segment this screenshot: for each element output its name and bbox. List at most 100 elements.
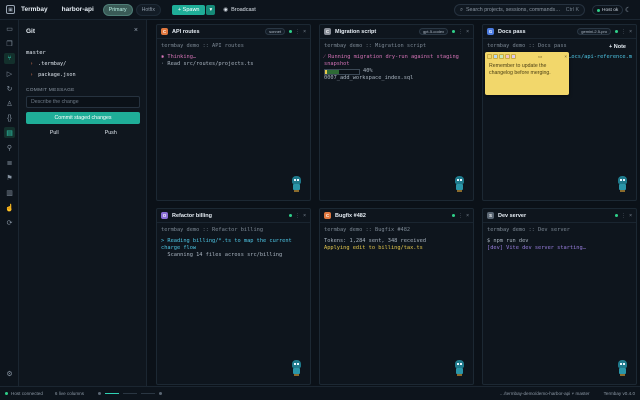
changed-file[interactable]: › package.json — [30, 72, 139, 78]
column-pager[interactable] — [98, 392, 163, 395]
mascot-icon — [291, 360, 302, 376]
braces-icon[interactable]: {} — [4, 113, 15, 124]
worktree-tab-primary[interactable]: Primary — [102, 3, 133, 16]
users-icon[interactable]: ♙ — [4, 98, 15, 109]
note-color-swatch[interactable] — [493, 54, 498, 59]
terminal-line: ✱ Thinking… — [161, 54, 197, 60]
note-color-swatch[interactable] — [487, 54, 492, 59]
app-logo-icon: ▣ — [6, 5, 15, 14]
more-icon[interactable]: ⋮ — [458, 29, 463, 35]
terminal-line: · Read src/routes/projects.ts — [161, 61, 254, 67]
status-dot-icon — [615, 214, 619, 217]
status-dot-icon — [597, 8, 600, 12]
search-shortcut: Ctrl K — [565, 7, 579, 13]
close-icon[interactable]: × — [629, 213, 632, 219]
close-icon[interactable]: × — [303, 29, 306, 35]
session-pane[interactable]: C API routes sonnet ⋮ × termbay demo :: A… — [156, 24, 311, 201]
flag-icon[interactable]: ⚑ — [4, 172, 15, 183]
git-branch-icon[interactable]: ⑂ — [4, 53, 15, 64]
terminal-line: Tokens: 1,284 sent, 348 received — [324, 238, 427, 244]
terminal-output[interactable]: termbay demo :: API routes ✱ Thinking… ·… — [157, 39, 310, 72]
session-pane[interactable]: G Docs pass gemini-2.5-pro ⋮ × termbay de… — [482, 24, 637, 201]
terminal-header-line: termbay demo :: API routes — [161, 43, 244, 49]
pull-button[interactable]: Pull — [26, 130, 83, 136]
changed-file[interactable]: › .termbay/ — [30, 61, 139, 67]
session-pane[interactable]: C Bugfix #482 ⋮ × termbay demo :: Bugfix … — [319, 208, 474, 385]
more-icon[interactable]: ⋮ — [295, 213, 300, 219]
agent-type-icon: G — [487, 28, 494, 35]
layers-icon[interactable]: ≣ — [4, 157, 15, 168]
status-dot-icon — [289, 214, 293, 217]
pane-header[interactable]: C Bugfix #482 ⋮ × — [320, 209, 473, 223]
hand-icon[interactable]: ☝ — [4, 202, 15, 213]
note-color-swatch[interactable] — [505, 54, 510, 59]
icon-rail: ▭ ❐ ⑂ ▷ ↻ ♙ {} ▤ ⚲ ≣ ⚑ ▥ ☝ ⟳ ⚙ — [0, 20, 19, 386]
commit-message-input[interactable]: Describe the change — [26, 96, 140, 108]
terminal-output[interactable]: termbay demo :: Bugfix #482 Tokens: 1,28… — [320, 223, 473, 256]
note-color-swatch[interactable] — [511, 54, 516, 59]
play-icon[interactable]: ▷ — [4, 68, 15, 79]
pane-title: Dev server — [498, 212, 527, 219]
terminal-output[interactable]: termbay demo :: Migration script ⁄ Runni… — [320, 39, 473, 86]
terminal-output[interactable]: termbay demo :: Dev server $ npm run dev… — [483, 223, 636, 256]
spawn-button[interactable]: + Spawn — [171, 4, 206, 15]
pane-header[interactable]: G Docs pass gemini-2.5-pro ⋮ × — [483, 25, 636, 39]
archive-icon[interactable]: ▥ — [4, 187, 15, 198]
refresh-icon[interactable]: ↻ — [4, 83, 15, 94]
theme-toggle-icon[interactable]: ☾ — [625, 6, 631, 14]
note-text[interactable]: Remember to update the changelog before … — [485, 61, 569, 78]
agent-type-icon: C — [161, 28, 168, 35]
more-icon[interactable]: ⋮ — [621, 29, 626, 35]
app-brand: Termbay — [21, 6, 48, 13]
status-dot-icon — [452, 30, 456, 33]
project-name[interactable]: harbor-api — [62, 6, 94, 13]
pane-header[interactable]: S Dev server ⋮ × — [483, 209, 636, 223]
terminal-line: Applying edit to billing/tax.ts — [324, 245, 423, 251]
close-icon[interactable]: × — [564, 54, 567, 59]
folder-icon[interactable]: ▭ — [4, 23, 15, 34]
close-icon[interactable]: × — [466, 213, 469, 219]
commit-message-label: COMMIT MESSAGE — [26, 88, 75, 93]
push-button[interactable]: Push — [83, 130, 140, 136]
commit-button[interactable]: Commit staged changes — [26, 112, 140, 124]
terminal-line: Scanning 14 files across src/billing — [161, 252, 283, 258]
more-icon[interactable]: ⋮ — [458, 213, 463, 219]
git-icon[interactable]: ▤ — [4, 127, 15, 138]
more-icon[interactable]: ⋮ — [295, 29, 300, 35]
add-note-button[interactable]: + Note — [609, 44, 626, 50]
note-color-swatch[interactable] — [499, 54, 504, 59]
files-icon[interactable]: ❐ — [4, 38, 15, 49]
terminal-line: [dev] Vite dev server starting… — [487, 245, 586, 251]
session-pane[interactable]: S Dev server ⋮ × termbay demo :: Dev serv… — [482, 208, 637, 385]
pane-header[interactable]: C Migration script gpt-5-codex ⋮ × — [320, 25, 473, 39]
git-panel: Git × master › .termbay/ › package.json … — [19, 20, 147, 386]
close-icon[interactable]: × — [303, 213, 306, 219]
close-icon[interactable]: × — [134, 27, 138, 34]
search-input[interactable]: ⌕ Search projects, sessions, commands… C… — [454, 4, 585, 16]
minimize-icon[interactable]: ▭ — [538, 54, 542, 60]
terminal-output[interactable]: termbay demo :: Refactor billing > Readi… — [157, 223, 310, 263]
host-status-label: Host ok — [602, 7, 619, 13]
host-status-badge[interactable]: Host ok — [592, 5, 624, 15]
close-icon[interactable]: × — [466, 29, 469, 35]
worktree-tab-hotfix[interactable]: Hotfix — [135, 3, 161, 16]
status-bar: Host connected 6 live columns …/termbay-… — [0, 386, 640, 400]
session-pane[interactable]: C Migration script gpt-5-codex ⋮ × termba… — [319, 24, 474, 201]
broadcast-button[interactable]: ◉ Broadcast — [223, 7, 256, 13]
more-icon[interactable]: ⋮ — [621, 213, 626, 219]
link-icon[interactable]: ⚲ — [4, 142, 15, 153]
sticky-note[interactable]: ▭ × Remember to update the changelog bef… — [485, 52, 569, 95]
terminal-header-line: termbay demo :: Bugfix #482 — [324, 227, 411, 233]
pane-header[interactable]: O Refactor billing ⋮ × — [157, 209, 310, 223]
spawn-dropdown-button[interactable]: ▾ — [206, 4, 216, 15]
note-toolbar: ▭ × — [485, 52, 569, 61]
settings-icon[interactable]: ⚙ — [4, 368, 15, 379]
terminal-header-line: termbay demo :: Migration script — [324, 43, 427, 49]
close-icon[interactable]: × — [629, 29, 632, 35]
sync-icon[interactable]: ⟳ — [4, 217, 15, 228]
session-pane[interactable]: O Refactor billing ⋮ × termbay demo :: Re… — [156, 208, 311, 385]
pane-header[interactable]: C API routes sonnet ⋮ × — [157, 25, 310, 39]
agent-type-icon: S — [487, 212, 494, 219]
status-dot-icon — [5, 392, 8, 395]
progress-percent: 40% — [363, 68, 373, 74]
